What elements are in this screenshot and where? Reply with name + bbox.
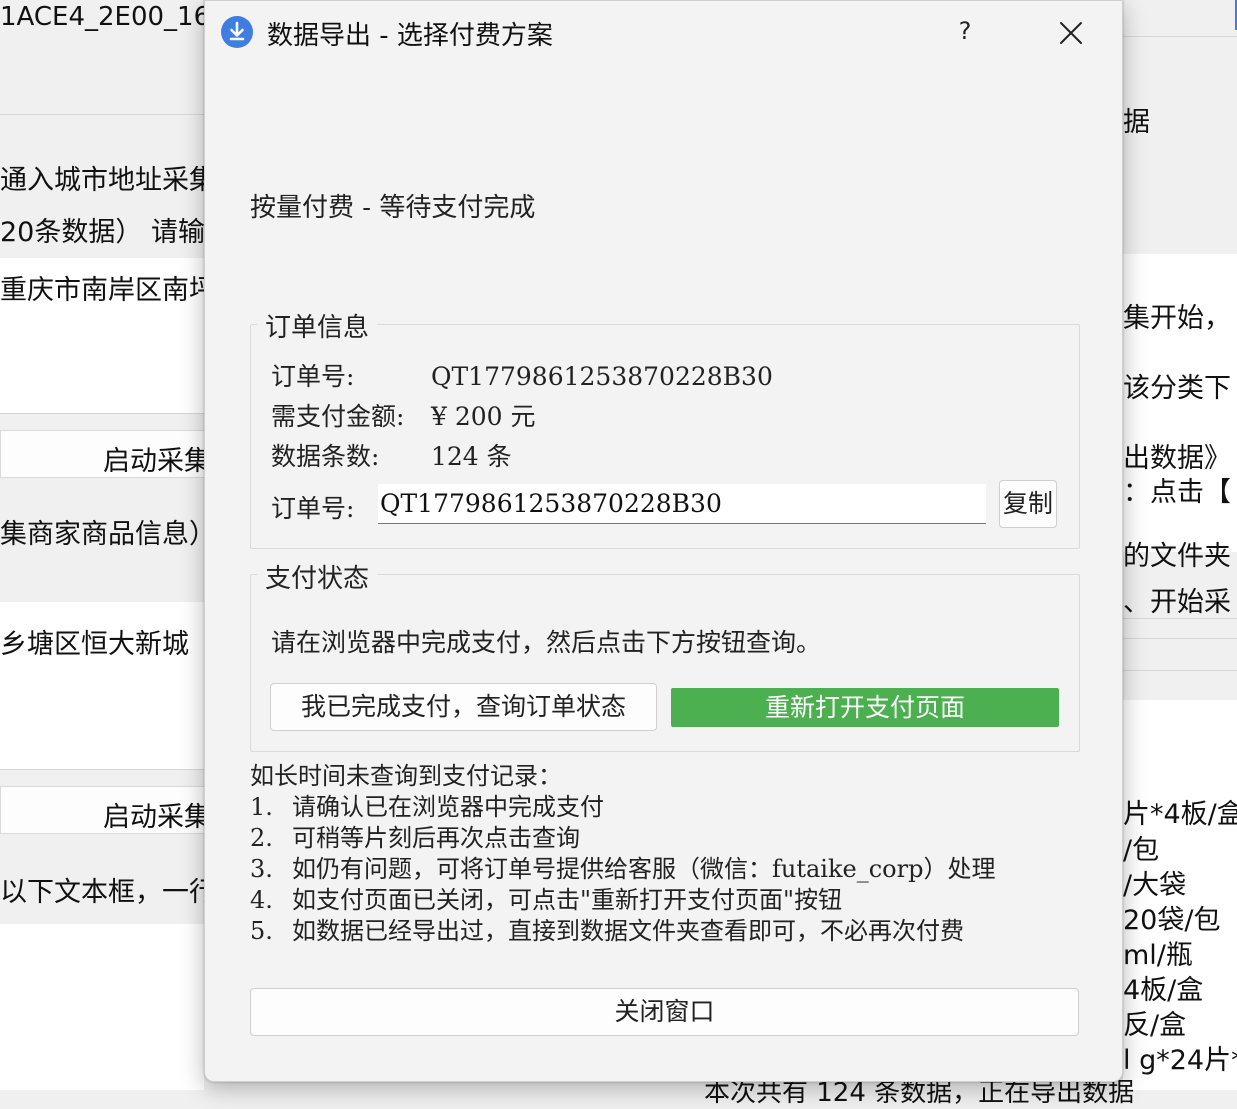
tip-number: 3. bbox=[250, 855, 273, 883]
tip-number: 5. bbox=[250, 917, 273, 945]
bg-product-list: 片*4板/盒 /包 /大袋 20袋/包 ml/瓶 4板/盒 反/盒 l g*24… bbox=[1123, 700, 1237, 1090]
record-count-row: 数据条数: 124 条 bbox=[271, 437, 512, 473]
download-icon bbox=[221, 16, 253, 48]
list-item: l g*24片*2 bbox=[1123, 1045, 1237, 1076]
tip-text: 如支付页面已关闭，可点击"重新打开支付页面"按钮 bbox=[292, 886, 843, 914]
payment-status-heading: 按量付费 - 等待支付完成 bbox=[250, 193, 536, 223]
order-number-label: 订单号: bbox=[271, 362, 355, 391]
tip-text: 可稍等片刻后再次点击查询 bbox=[292, 824, 580, 852]
bg-instructions-panel: 集开始， 该分类下 出数据》 ：点击【 的文件夹 bbox=[1123, 254, 1237, 572]
list-item: ml/瓶 bbox=[1123, 940, 1193, 971]
bg-start-hint: 、开始采 bbox=[1123, 587, 1231, 618]
bg-address-1: 重庆市南岸区南坪 bbox=[0, 275, 216, 306]
help-button[interactable]: ? bbox=[947, 11, 983, 51]
reopen-payment-page-button[interactable]: 重新打开支付页面 bbox=[671, 688, 1059, 727]
record-count-value: 124 条 bbox=[431, 442, 512, 471]
bg-start-collect-label-2: 启动采集 bbox=[103, 802, 211, 833]
close-window-button[interactable]: 关闭窗口 bbox=[250, 988, 1079, 1036]
order-number-value: QT1779861253870228B30 bbox=[431, 362, 773, 391]
tip-number: 1. bbox=[250, 793, 273, 821]
order-info-title: 订单信息 bbox=[257, 307, 378, 344]
payment-hint: 请在浏览器中完成支付，然后点击下方按钮查询。 bbox=[271, 628, 822, 657]
payment-status-title: 支付状态 bbox=[257, 558, 378, 595]
bg-textbox-3[interactable] bbox=[0, 924, 204, 1090]
tip-text: 如数据已经导出过，直接到数据文件夹查看即可，不必再次付费 bbox=[292, 917, 964, 945]
bg-divider bbox=[1123, 638, 1237, 639]
amount-value: ¥ 200 元 bbox=[431, 402, 536, 431]
bg-window-title: 1ACE4_2E00_161 bbox=[0, 2, 227, 32]
order-number-row: 订单号: QT1779861253870228B30 bbox=[271, 357, 773, 393]
amount-row: 需支付金额: ¥ 200 元 bbox=[271, 397, 536, 433]
bg-instruction-2: 该分类下 bbox=[1123, 373, 1231, 404]
bg-instruction-1: 集开始， bbox=[1123, 303, 1231, 334]
query-order-status-button[interactable]: 我已完成支付，查询订单状态 bbox=[270, 683, 657, 731]
bg-divider bbox=[0, 114, 204, 115]
list-item: /大袋 bbox=[1123, 870, 1187, 901]
bg-link-edge bbox=[1230, 0, 1237, 30]
bg-count-hint: 20条数据） 请输 bbox=[0, 217, 205, 248]
bg-start-collect-button-1[interactable]: 启动采集 bbox=[0, 430, 220, 478]
tip-item: 2. 可稍等片刻后再次点击查询 bbox=[250, 823, 995, 854]
dialog-title: 数据导出 - 选择付费方案 bbox=[267, 21, 553, 51]
list-item: /包 bbox=[1123, 835, 1160, 866]
bg-divider bbox=[1123, 618, 1237, 619]
bg-address-textbox-1[interactable]: 重庆市南岸区南坪 bbox=[0, 258, 216, 414]
tip-item: 1. 请确认已在浏览器中完成支付 bbox=[250, 792, 995, 823]
bg-city-address-label: 通入城市地址采集 bbox=[0, 165, 216, 196]
tips-heading: 如长时间未查询到支付记录： bbox=[250, 762, 562, 790]
bg-merchant-label: 集商家商品信息） bbox=[0, 519, 216, 550]
bg-divider bbox=[1123, 36, 1237, 37]
tip-number: 4. bbox=[250, 886, 273, 914]
bg-instruction-4: ：点击【 bbox=[1123, 477, 1231, 508]
list-item: 4板/盒 bbox=[1123, 975, 1204, 1006]
close-icon[interactable] bbox=[1051, 13, 1091, 53]
tip-item: 5. 如数据已经导出过，直接到数据文件夹查看即可，不必再次付费 bbox=[250, 916, 995, 947]
order-field-label: 订单号: bbox=[271, 494, 355, 523]
tip-text: 请确认已在浏览器中完成支付 bbox=[292, 793, 604, 821]
bg-start-collect-label-1: 启动采集 bbox=[103, 446, 211, 477]
tip-item: 3. 如仍有问题，可将订单号提供给客服（微信：futaike_corp）处理 bbox=[250, 854, 995, 885]
dialog-titlebar[interactable]: 数据导出 - 选择付费方案 ? bbox=[205, 1, 1122, 63]
bg-instruction-5: 的文件夹 bbox=[1123, 541, 1231, 572]
tip-item: 4. 如支付页面已关闭，可点击"重新打开支付页面"按钮 bbox=[250, 885, 995, 916]
copy-button[interactable]: 复制 bbox=[999, 480, 1057, 528]
tip-text: 如仍有问题，可将订单号提供给客服（微信：futaike_corp）处理 bbox=[292, 855, 996, 883]
bg-divider bbox=[1123, 670, 1237, 671]
bg-right-header: 据 bbox=[1123, 107, 1150, 138]
list-item: 20袋/包 bbox=[1123, 905, 1221, 936]
troubleshooting-tips: 如长时间未查询到支付记录： 1. 请确认已在浏览器中完成支付 2. 可稍等片刻后再次… bbox=[250, 761, 995, 947]
list-item: 片*4板/盒 bbox=[1123, 799, 1237, 830]
bg-address-2: 乡塘区恒大新城 bbox=[0, 629, 189, 660]
payment-dialog: 数据导出 - 选择付费方案 ? 按量付费 - 等待支付完成 订单信息 订单号: Q… bbox=[204, 0, 1123, 1082]
list-item: 反/盒 bbox=[1123, 1010, 1187, 1041]
bg-address-textbox-2[interactable]: 乡塘区恒大新城 bbox=[0, 602, 204, 770]
tip-number: 2. bbox=[250, 824, 273, 852]
record-count-label: 数据条数: bbox=[271, 442, 380, 471]
bg-start-collect-button-2[interactable]: 启动采集 bbox=[0, 786, 220, 834]
amount-label: 需支付金额: bbox=[271, 402, 405, 431]
order-number-field[interactable]: QT1779861253870228B30 bbox=[378, 484, 986, 524]
bg-textbox-hint: 以下文本框，一行 bbox=[0, 877, 216, 908]
